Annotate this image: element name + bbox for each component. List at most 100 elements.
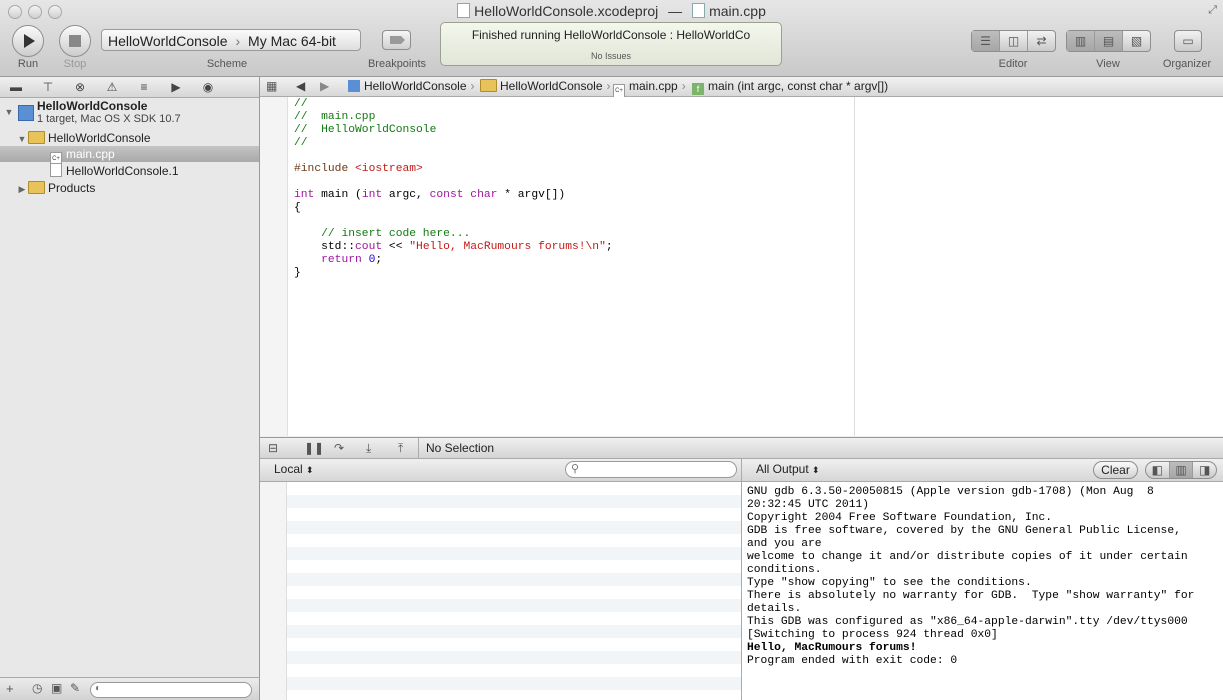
folder-icon[interactable]: ▬ — [0, 80, 32, 94]
navigator-selector-bar: ▬ ⊤ ⊗ ⚠ ≡ ▶ ◉ — [0, 77, 259, 98]
add-icon[interactable]: + — [6, 681, 14, 696]
project-navigator: ▬ ⊤ ⊗ ⚠ ≡ ▶ ◉ ▼ HelloWorldConsole 1 targ… — [0, 77, 260, 700]
step-into-icon[interactable]: ⤓ — [366, 441, 371, 456]
output-filter-popup[interactable]: All Output ⬍ — [756, 459, 820, 480]
code-line: // — [294, 98, 308, 110]
file-item-main-cpp[interactable]: C+ main.cpp — [0, 146, 259, 166]
jump-file[interactable]: C+ main.cpp › — [613, 77, 686, 98]
project-item[interactable]: ▼ HelloWorldConsole 1 target, Mac OS X S… — [0, 99, 259, 127]
edited-files-icon[interactable]: ✎ — [70, 681, 80, 695]
products-group-item[interactable]: ▶ Products — [0, 180, 259, 196]
updown-arrow-icon: ⬍ — [306, 465, 314, 475]
navigator-filter-input[interactable]: ◐ — [90, 682, 252, 698]
no-selection-label: No Selection — [426, 441, 495, 455]
jump-bar: ▦ ◀ ▶ HelloWorldConsole › HelloWorldConso… — [260, 77, 1223, 98]
console-line: details. — [747, 603, 802, 615]
function-icon: f — [692, 83, 704, 95]
console-layout-control: ◧ ▥ ◨ — [1145, 461, 1217, 479]
pause-icon[interactable]: ❚❚ — [304, 441, 324, 455]
folder-icon — [28, 131, 45, 144]
search-icon: ⚲ — [571, 463, 580, 475]
console-line: Type "show copying" to see the condition… — [747, 577, 1032, 589]
console-line: and you are — [747, 538, 822, 550]
search-icon[interactable]: ⊗ — [64, 80, 96, 94]
chevron-right-icon: › — [470, 79, 475, 93]
code-line: // main.cpp — [294, 111, 376, 123]
step-out-icon[interactable]: ⤒ — [398, 441, 403, 456]
variables-only-icon[interactable]: ◧ — [1146, 462, 1170, 478]
xcode-project-icon — [18, 105, 34, 121]
list-icon[interactable]: ≡ — [128, 80, 160, 94]
document-icon — [50, 163, 62, 177]
stop-button[interactable] — [59, 25, 91, 57]
both-panes-icon[interactable]: ▥ — [1169, 462, 1194, 478]
code-line: std::cout << "Hello, MacRumours forums!\… — [294, 241, 613, 253]
console-bar: Local ⬍ ⚲ All Output ⬍ Clear ◧ ▥ ◨ — [260, 459, 1223, 482]
console-line: welcome to change it and/or distribute c… — [747, 551, 1188, 563]
console-line: 20:32:45 UTC 2011) — [747, 499, 870, 511]
scm-filter-icon[interactable]: ▣ — [51, 681, 62, 695]
divider — [418, 438, 419, 458]
back-icon[interactable]: ◀ — [296, 77, 305, 96]
navigator-toggle-icon[interactable]: ▥ — [1067, 31, 1095, 51]
code-line: // insert code here... — [294, 228, 471, 240]
view-label: View — [1096, 58, 1120, 70]
editor-mode-control: ☰ ◫ ⇄ — [971, 30, 1056, 52]
scheme-selector[interactable]: HelloWorldConsole › My Mac 64-bit — [101, 29, 361, 51]
breakpoint-nav-icon[interactable]: ▶ — [160, 80, 192, 94]
editor-gutter[interactable] — [260, 97, 288, 436]
console-output[interactable]: GNU gdb 6.3.50-20050815 (Apple version g… — [742, 482, 1223, 700]
run-button[interactable] — [12, 25, 44, 57]
jump-symbol[interactable]: f main (int argc, const char * argv[]) — [692, 77, 888, 96]
project-name: HelloWorldConsole — [37, 99, 148, 113]
breakpoints-label: Breakpoints — [367, 58, 427, 70]
clear-console-button[interactable]: Clear — [1093, 461, 1138, 479]
fullscreen-icon[interactable]: ⤢ — [1208, 4, 1217, 17]
editor-right-area — [854, 97, 1223, 436]
debug-area-toggle-icon[interactable]: ▤ — [1095, 31, 1123, 51]
code-line: { — [294, 202, 301, 214]
filter-icon: ◐ — [95, 683, 102, 694]
group-item[interactable]: ▼ HelloWorldConsole — [0, 130, 259, 146]
assistant-editor-icon[interactable]: ◫ — [1000, 31, 1028, 51]
step-over-icon[interactable]: ↷ — [334, 441, 344, 455]
console-line: GNU gdb 6.3.50-20050815 (Apple version g… — [747, 486, 1154, 498]
console-only-icon[interactable]: ◨ — [1193, 462, 1216, 478]
variables-view[interactable] — [260, 482, 742, 700]
organizer-button[interactable]: ▭ — [1174, 30, 1202, 52]
status-message: Finished running HelloWorldConsole : Hel… — [471, 28, 751, 42]
updown-arrow-icon: ⬍ — [812, 465, 820, 475]
navigator-filter-bar: + ◷ ▣ ✎ ◐ — [0, 677, 259, 700]
warning-icon[interactable]: ⚠ — [96, 80, 128, 94]
hide-debug-area-icon[interactable]: ⊟ — [268, 441, 278, 455]
related-items-icon[interactable]: ▦ — [266, 77, 277, 96]
window-title: HelloWorldConsole.xcodeproj — main.cpp — [0, 3, 1223, 19]
project-subtitle: 1 target, Mac OS X SDK 10.7 — [37, 113, 181, 125]
chevron-right-icon: › — [606, 79, 611, 93]
console-line: Program ended with exit code: 0 — [747, 655, 958, 667]
scheme-destination: My Mac 64-bit — [248, 33, 336, 49]
code-line: // HelloWorldConsole — [294, 124, 437, 136]
jump-group[interactable]: HelloWorldConsole › — [480, 77, 611, 96]
forward-icon[interactable]: ▶ — [320, 77, 329, 96]
variables-search-input[interactable]: ⚲ — [565, 461, 737, 478]
disclosure-open-icon: ▼ — [17, 134, 27, 144]
folder-icon — [28, 181, 45, 194]
utilities-toggle-icon[interactable]: ▧ — [1123, 31, 1150, 51]
editor-label: Editor — [998, 58, 1028, 70]
code-line: #include <iostream> — [294, 163, 423, 175]
scheme-label: Scheme — [206, 58, 248, 70]
recent-files-icon[interactable]: ◷ — [32, 681, 42, 695]
variables-scope-popup[interactable]: Local ⬍ — [274, 459, 314, 480]
standard-editor-icon[interactable]: ☰ — [972, 31, 1000, 51]
console-line: conditions. — [747, 564, 822, 576]
file-item-manpage[interactable]: HelloWorldConsole.1 — [0, 163, 259, 179]
jump-project[interactable]: HelloWorldConsole › — [348, 77, 475, 96]
folder-icon — [480, 79, 497, 92]
hierarchy-icon[interactable]: ⊤ — [32, 80, 64, 94]
log-icon[interactable]: ◉ — [192, 80, 224, 94]
version-editor-icon[interactable]: ⇄ — [1028, 31, 1055, 51]
run-label: Run — [17, 58, 39, 70]
chevron-right-icon: › — [681, 79, 686, 93]
breakpoints-button[interactable] — [382, 30, 411, 50]
